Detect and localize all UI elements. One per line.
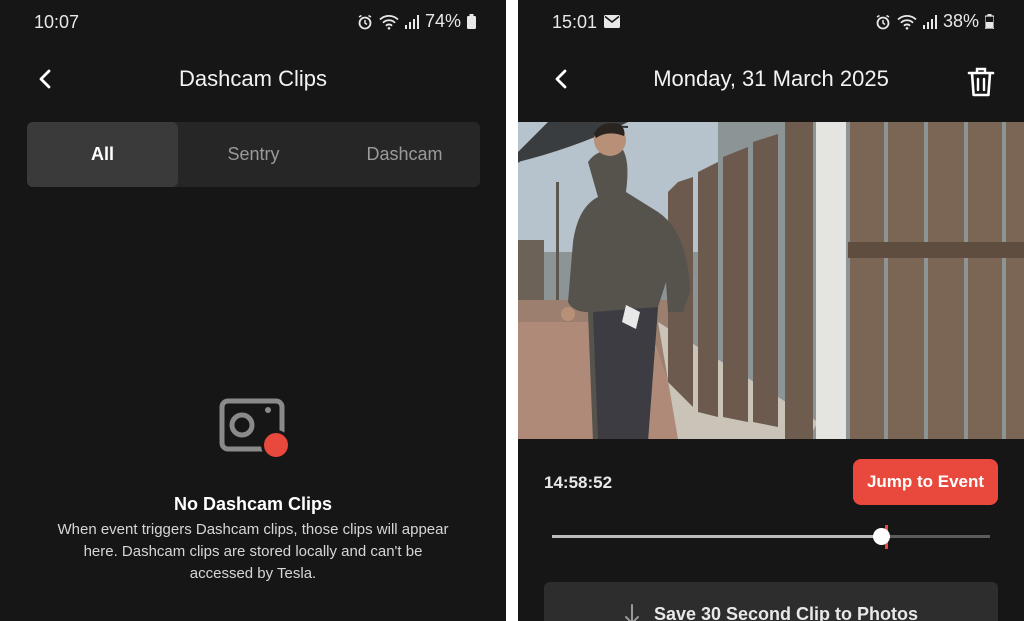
save-clip-label: Save 30 Second Clip to Photos [653, 604, 919, 621]
right-screen: 15:01 38% Monday, 31 March 2025 14:58:52… [518, 0, 1024, 621]
playback-slider[interactable] [552, 523, 990, 551]
status-bar: 10:07 74% [0, 0, 506, 44]
wifi-icon [379, 14, 399, 30]
tab-all[interactable]: All [27, 122, 178, 187]
page-title: Dashcam Clips [179, 66, 327, 91]
trash-icon[interactable] [966, 66, 996, 98]
arrow-down-icon [624, 604, 639, 621]
slider-thumb[interactable] [872, 528, 890, 545]
jump-to-event-button[interactable]: Jump to Event [853, 459, 998, 505]
battery-percent: 38% [942, 11, 979, 31]
video-frame[interactable] [518, 122, 1024, 439]
battery-icon [467, 14, 476, 29]
header: Monday, 31 March 2025 [518, 58, 1024, 102]
clip-timestamp: 14:58:52 [544, 473, 613, 492]
filter-tabs: All Sentry Dashcam [27, 122, 480, 187]
empty-state-description: When event triggers Dashcam clips, those… [57, 521, 449, 582]
alarm-icon [876, 14, 890, 29]
tab-sentry[interactable]: Sentry [178, 122, 329, 187]
status-time: 15:01 [552, 12, 598, 32]
alarm-icon [358, 14, 372, 29]
battery-percent: 74% [424, 11, 461, 31]
status-icons: 38% [875, 11, 994, 32]
status-bar: 15:01 38% [518, 0, 1024, 44]
wifi-icon [897, 14, 917, 30]
page-title: Monday, 31 March 2025 [653, 66, 889, 91]
signal-icon [922, 14, 937, 29]
save-clip-button[interactable]: Save 30 Second Clip to Photos [544, 582, 998, 621]
battery-icon [985, 14, 994, 29]
status-icons: 74% [357, 11, 476, 32]
tab-dashcam[interactable]: Dashcam [329, 122, 480, 187]
status-time: 10:07 [34, 12, 80, 32]
signal-icon [404, 14, 419, 29]
left-screen: 10:07 74% Dashcam Clips All Sentry Dashc… [0, 0, 506, 621]
camera-record-icon [219, 398, 291, 460]
empty-state-title: No Dashcam Clips [173, 494, 333, 514]
header: Dashcam Clips [0, 58, 506, 102]
slider-progress [552, 535, 881, 538]
mail-icon [604, 15, 620, 28]
